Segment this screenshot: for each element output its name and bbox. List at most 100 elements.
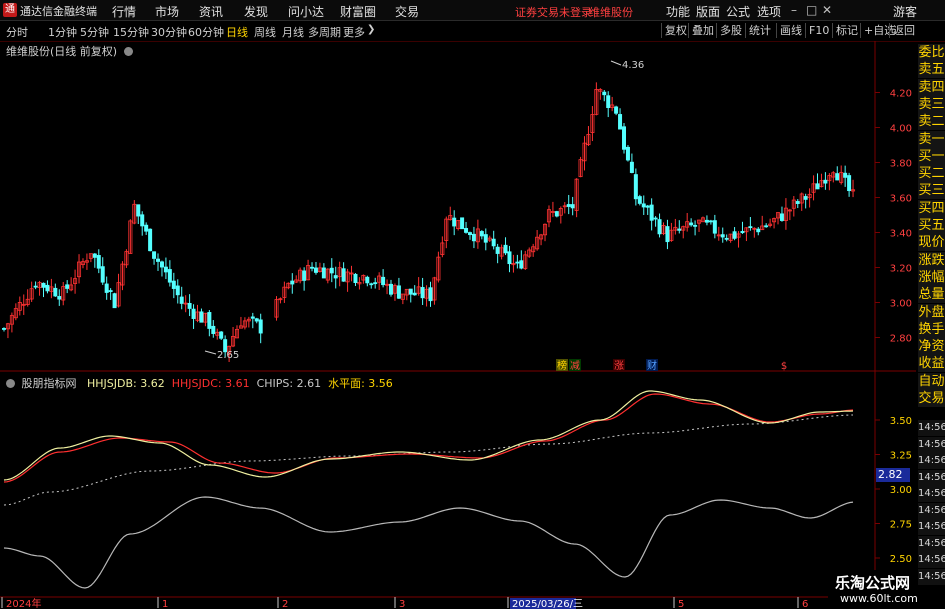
app-logo-icon: 通 <box>3 3 17 17</box>
toolbar-button-1[interactable]: 叠加 <box>688 23 714 38</box>
candle-body <box>764 225 769 228</box>
side-panel-10[interactable]: 买五 <box>918 217 945 235</box>
trade-login-notice[interactable]: 证券交易未登录 <box>515 4 592 20</box>
candle-body <box>341 268 346 282</box>
side-panel-8[interactable]: 买三 <box>918 182 945 201</box>
toolbar-button-5[interactable]: F10 <box>805 23 829 38</box>
candle-201 <box>795 199 800 209</box>
period-tab-8[interactable]: 月线 <box>282 24 304 40</box>
side-panel-20[interactable]: 交易 <box>918 390 945 408</box>
side-panel-17[interactable]: 净资 <box>918 338 945 357</box>
toolbar-button-4[interactable]: 画线 <box>776 23 802 38</box>
candle-165 <box>653 216 658 227</box>
side-panel-14[interactable]: 总量 <box>918 286 945 305</box>
menu-item-3[interactable]: 发现 <box>244 3 268 20</box>
menu-item-6[interactable]: 交易 <box>395 3 419 20</box>
candle-body <box>365 276 370 284</box>
right-menu-item-3[interactable]: 选项 <box>757 3 781 20</box>
menu-item-1[interactable]: 市场 <box>155 3 179 20</box>
period-tab-3[interactable]: 15分钟 <box>113 24 149 40</box>
candle-body <box>653 217 658 220</box>
indicator-legend: 股朋指标网 HHJSJDB: 3.62 HHJSJDC: 3.61 CHIPS: 2… <box>6 375 393 391</box>
candle-55 <box>219 331 224 341</box>
low-marker-label: 2.65 <box>217 350 239 361</box>
period-tab-10[interactable]: 更多 <box>343 24 365 40</box>
max-icon[interactable]: □ <box>806 3 817 17</box>
candle-body <box>491 238 496 247</box>
right-menu-item-2[interactable]: 公式 <box>726 3 750 20</box>
chart-settings-icon[interactable] <box>123 47 133 56</box>
side-panel-0[interactable]: 委比 <box>918 44 945 62</box>
period-tab-5[interactable]: 60分钟 <box>188 24 224 40</box>
period-tab-6[interactable]: 日线 <box>226 24 248 40</box>
candle-145 <box>574 178 579 218</box>
side-panel-18[interactable]: 收益 <box>918 355 945 374</box>
candle-204 <box>807 188 812 208</box>
side-panel-11[interactable]: 现价 <box>918 234 945 253</box>
candle-body <box>45 284 50 292</box>
side-panel-12[interactable]: 涨跌 <box>918 251 945 270</box>
side-panel-16[interactable]: 换手 <box>918 320 945 339</box>
candle-body <box>779 213 784 221</box>
indicator-legend-item-3: 水平面: 3.56 <box>328 377 393 390</box>
candle-body <box>641 203 646 208</box>
toolbar-button-8[interactable]: 返回 <box>889 23 915 38</box>
close-icon[interactable]: ✕ <box>822 3 832 17</box>
right-menu-item-0[interactable]: 功能 <box>666 3 690 20</box>
low-marker-line <box>204 350 217 355</box>
toolbar-button-6[interactable]: 标记 <box>832 23 858 38</box>
price-tick-label-1: 4.00 <box>890 124 912 135</box>
hhjsjdb-line <box>3 390 854 481</box>
side-panel-9[interactable]: 买四 <box>918 199 945 218</box>
candle-91 <box>361 274 366 284</box>
side-panel-5[interactable]: 卖一 <box>918 130 945 149</box>
candle-32 <box>128 219 133 254</box>
side-panel-2[interactable]: 卖四 <box>918 78 945 97</box>
candle-body <box>823 179 828 184</box>
candle-50 <box>199 308 204 323</box>
side-panel-7[interactable]: 买二 <box>918 165 945 184</box>
menu-item-5[interactable]: 财富圈 <box>340 3 376 20</box>
toolbar-button-3[interactable]: 统计 <box>745 23 771 38</box>
candle-16 <box>65 280 70 294</box>
candle-54 <box>215 328 220 340</box>
candle-body <box>720 234 725 238</box>
kline-chart[interactable]: 4.20 4.00 3.80 3.60 3.40 3.20 3.00 2.80 4.36 2.65… <box>0 41 916 609</box>
indicator-tick-label-4: 2.50 <box>890 554 912 565</box>
period-tab-1[interactable]: 1分钟 <box>48 24 77 40</box>
period-tab-4[interactable]: 30分钟 <box>151 24 187 40</box>
candle-184 <box>728 233 733 243</box>
more-chevron-icon[interactable]: ❯ <box>367 24 375 35</box>
candle-body <box>622 126 627 150</box>
side-panel-15[interactable]: 外盘 <box>918 303 945 322</box>
menu-item-2[interactable]: 资讯 <box>199 3 223 20</box>
candle-158 <box>625 145 630 162</box>
period-tab-0[interactable]: 分时 <box>6 24 28 40</box>
menu-item-0[interactable]: 行情 <box>112 3 136 20</box>
side-panel-13[interactable]: 涨幅 <box>918 268 945 287</box>
side-panel-4[interactable]: 卖二 <box>918 113 945 132</box>
candle-61 <box>242 317 247 330</box>
right-menu-item-1[interactable]: 版面 <box>696 3 720 20</box>
candle-125 <box>495 243 500 264</box>
menu-item-4[interactable]: 问小达 <box>288 3 324 20</box>
candle-112 <box>444 216 449 249</box>
period-tab-2[interactable]: 5分钟 <box>80 24 109 40</box>
side-panel-6[interactable]: 买一 <box>918 147 945 166</box>
guest-button[interactable]: 游客 <box>893 3 917 20</box>
toolbar-button-2[interactable]: 多股 <box>716 23 742 38</box>
candle-body <box>815 183 820 190</box>
side-panel-3[interactable]: 卖三 <box>918 95 945 114</box>
period-tab-9[interactable]: 多周期 <box>308 24 341 40</box>
indicator-settings-icon[interactable] <box>6 379 15 388</box>
candle-body <box>187 302 192 309</box>
candle-129 <box>511 254 516 273</box>
period-tab-7[interactable]: 周线 <box>254 24 276 40</box>
candle-135 <box>535 229 540 251</box>
toolbar-button-0[interactable]: 复权 <box>661 23 687 38</box>
candle-157 <box>622 123 627 154</box>
min-icon[interactable]: – <box>791 3 797 17</box>
side-panel-1[interactable]: 卖五 <box>918 61 945 80</box>
xaxis-label-3: 3 <box>399 599 405 609</box>
side-panel-19[interactable]: 自动 <box>918 372 945 391</box>
